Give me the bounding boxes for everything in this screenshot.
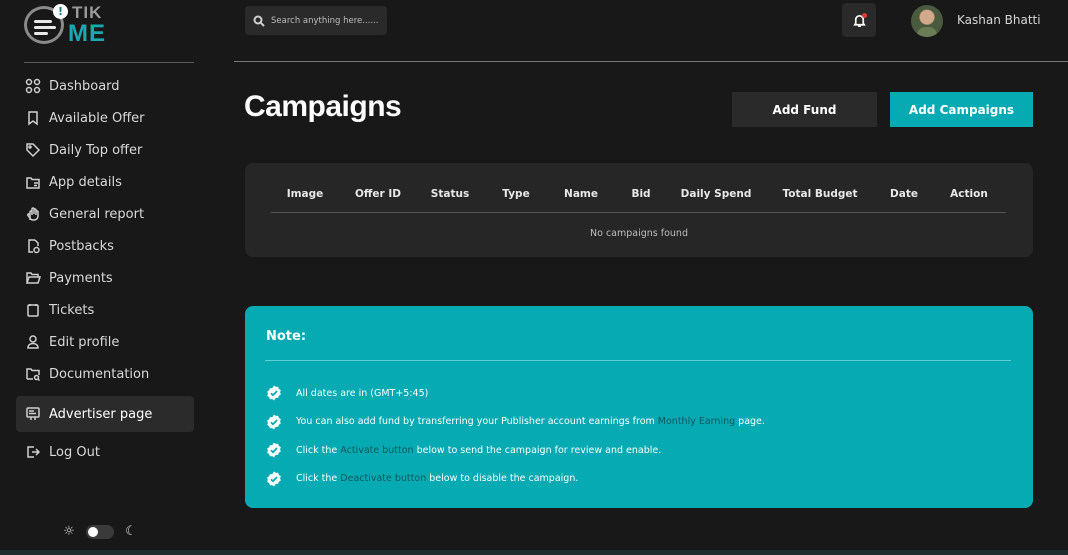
notification-button[interactable] [842, 3, 876, 37]
column-header[interactable]: Total Budget [783, 188, 858, 200]
sidebar-item-label: Documentation [49, 366, 150, 382]
sidebar-item-label: Postbacks [49, 238, 114, 254]
column-header[interactable]: Status [431, 188, 469, 200]
verified-check-icon [267, 442, 281, 458]
logout-icon [24, 443, 42, 461]
note-text: page. [735, 416, 765, 428]
add-campaign-button[interactable]: Add Campaigns [890, 92, 1033, 127]
sidebar-item-tickets[interactable]: Tickets [16, 294, 194, 326]
user-icon [24, 333, 42, 351]
bottom-strip [0, 550, 1068, 555]
sidebar-item-edit-profile[interactable]: Edit profile [16, 326, 194, 358]
list-item: Click the Activate button below to send … [266, 436, 1006, 465]
sidebar-item-label: Log Out [49, 444, 100, 460]
grid-icon [24, 77, 42, 95]
verified-check-icon [267, 414, 281, 430]
sidebar-item-documentation[interactable]: Documentation [16, 358, 194, 390]
note-panel: Note: All dates are in (GMT+5:45) You ca… [245, 306, 1033, 508]
note-text: Click the [296, 473, 341, 485]
ticket-icon [24, 301, 42, 319]
folder-search-icon [24, 365, 42, 383]
logo-badge: ! [53, 4, 68, 19]
sidebar-divider [24, 62, 194, 63]
page-title: Campaigns [244, 90, 402, 123]
note-title: Note: [266, 329, 307, 344]
search-input[interactable] [271, 15, 381, 26]
verified-check-icon [267, 471, 281, 487]
table-header: Image Offer ID Status Type Name Bid Dail… [271, 183, 1006, 213]
hand-icon [24, 205, 42, 223]
deactivate-button-ref: Deactivate button [340, 473, 427, 485]
header-divider [234, 61, 1068, 62]
list-item: You can also add fund by transferring yo… [266, 408, 1006, 437]
moon-icon[interactable]: ☾ [124, 524, 138, 539]
sidebar-item-label: Tickets [49, 302, 95, 318]
sidebar-item-general-report[interactable]: General report [16, 198, 194, 230]
note-text: You can also add fund by transferring yo… [296, 416, 658, 428]
sidebar-item-available-offer[interactable]: Available Offer [16, 102, 194, 134]
sidebar-item-payments[interactable]: Payments [16, 262, 194, 294]
sidebar-nav: Dashboard Available Offer Daily Top offe… [16, 70, 194, 468]
search-bar[interactable] [245, 6, 387, 35]
user-name[interactable]: Kashan Bhatti [957, 13, 1041, 27]
column-header[interactable]: Action [950, 188, 988, 200]
note-text: All dates are in (GMT+5:45) [296, 387, 429, 399]
note-text: below to send the campaign for review an… [413, 444, 662, 456]
monthly-earning-link[interactable]: Monthly Earning [658, 416, 735, 427]
sun-icon[interactable]: ☼ [62, 524, 76, 539]
sidebar-item-label: Available Offer [49, 110, 145, 126]
folder-open-icon [24, 269, 42, 287]
bookmark-icon [24, 109, 42, 127]
sidebar-item-label: General report [49, 206, 145, 222]
sidebar-item-label: Edit profile [49, 334, 120, 350]
list-item: All dates are in (GMT+5:45) [266, 379, 1006, 408]
sidebar-item-daily-top-offer[interactable]: Daily Top offer [16, 134, 194, 166]
brand-logo[interactable]: ! TIK ME [24, 2, 124, 47]
column-header[interactable]: Bid [631, 188, 650, 200]
sidebar-item-label: Dashboard [49, 78, 120, 94]
column-header[interactable]: Offer ID [355, 188, 401, 200]
column-header[interactable]: Image [287, 188, 324, 200]
switch-knob [88, 526, 98, 537]
column-header[interactable]: Name [564, 188, 598, 200]
sidebar-item-label: Advertiser page [49, 406, 153, 422]
verified-check-icon [267, 385, 281, 401]
sidebar-item-advertiser-page[interactable]: Advertiser page [16, 396, 194, 432]
logo-text-bottom: ME [68, 20, 106, 47]
sidebar-item-app-details[interactable]: App details [16, 166, 194, 198]
billboard-icon [24, 405, 42, 423]
sidebar: ! TIK ME Dashboard Available Offer Daily… [0, 0, 210, 555]
sidebar-item-label: Daily Top offer [49, 142, 143, 158]
sidebar-item-postbacks[interactable]: Postbacks [16, 230, 194, 262]
list-item: Click the Deactivate button below to dis… [266, 465, 1006, 494]
activate-button-ref: Activate button [340, 444, 414, 456]
search-icon [253, 15, 265, 27]
campaigns-table: Image Offer ID Status Type Name Bid Dail… [245, 163, 1033, 257]
sidebar-item-label: App details [49, 174, 122, 190]
column-header[interactable]: Type [502, 188, 529, 200]
sidebar-item-logout[interactable]: Log Out [16, 436, 194, 468]
doc-refresh-icon [24, 237, 42, 255]
column-header[interactable]: Daily Spend [681, 188, 752, 200]
theme-toggle: ☼ ☾ [62, 524, 138, 539]
sidebar-item-label: Payments [49, 270, 113, 286]
note-text: Click the [296, 444, 341, 456]
avatar[interactable] [911, 5, 943, 37]
tag-icon [24, 141, 42, 159]
theme-switch[interactable] [86, 524, 114, 539]
folder-doc-icon [24, 173, 42, 191]
add-fund-button[interactable]: Add Fund [732, 92, 877, 127]
sidebar-item-dashboard[interactable]: Dashboard [16, 70, 194, 102]
notification-dot [862, 13, 867, 18]
note-text: below to disable the campaign. [426, 473, 579, 485]
column-header[interactable]: Date [890, 188, 918, 200]
empty-state: No campaigns found [590, 228, 688, 239]
note-divider [265, 360, 1011, 361]
note-list: All dates are in (GMT+5:45) You can also… [266, 379, 1006, 493]
